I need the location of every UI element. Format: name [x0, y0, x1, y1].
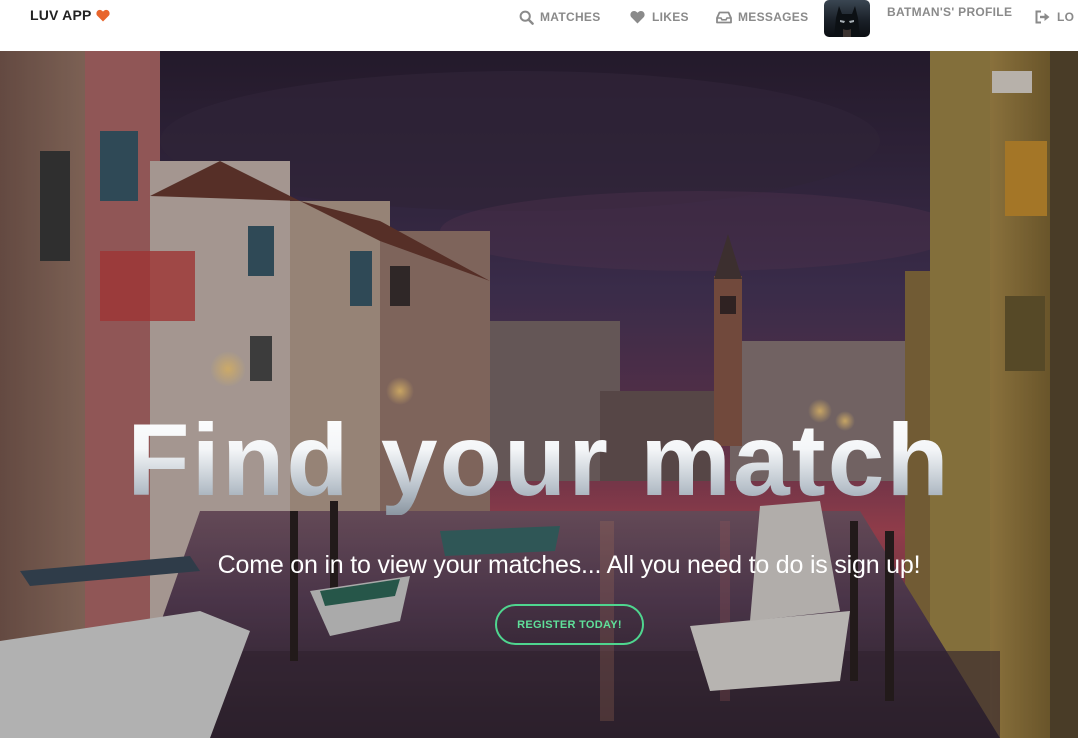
top-navbar: LUV APP MATCHES LIKES MESSAGES BATMAN'S'… — [0, 0, 1078, 51]
heart-icon — [95, 9, 110, 21]
nav-matches-link[interactable]: MATCHES — [519, 9, 601, 25]
nav-profile-link[interactable]: BATMAN'S' PROFILE — [824, 0, 1012, 37]
logout-icon — [1035, 10, 1050, 24]
hero-subtitle: Come on in to view your matches... All y… — [217, 551, 921, 579]
nav-logout-link[interactable]: LO — [1035, 9, 1074, 25]
brand-logo-link[interactable]: LUV APP — [30, 7, 110, 23]
heart-icon — [630, 10, 645, 24]
nav-messages-link[interactable]: MESSAGES — [716, 9, 808, 25]
inbox-icon — [716, 11, 732, 23]
brand-label: LUV APP — [30, 7, 92, 23]
nav-logout-label: LO — [1057, 10, 1075, 24]
nav-likes-label: LIKES — [652, 10, 689, 24]
register-today-button[interactable]: REGISTER TODAY! — [495, 604, 644, 645]
hero-title: Find your match — [0, 405, 1078, 515]
nav-matches-label: MATCHES — [540, 10, 601, 24]
nav-likes-link[interactable]: LIKES — [629, 9, 689, 25]
nav-messages-label: MESSAGES — [738, 10, 809, 24]
hero-section: Find your match Come on in to view your … — [0, 51, 1078, 738]
nav-profile-label: BATMAN'S' PROFILE — [887, 4, 1013, 19]
search-icon — [519, 10, 534, 25]
batman-avatar — [824, 0, 870, 37]
